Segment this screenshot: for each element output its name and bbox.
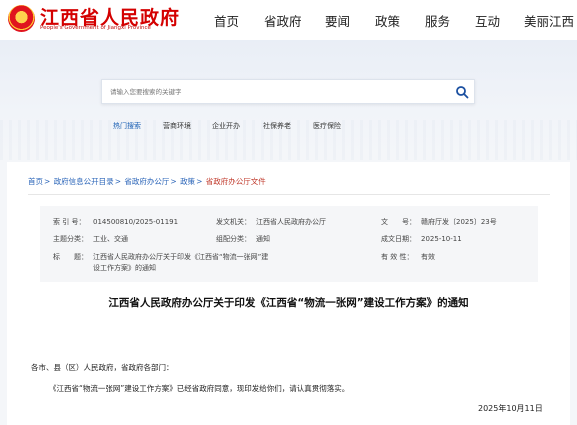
- meta-title-value-line1: 江西省人民政府办公厅关于印发《江西省“物流一张网”建: [93, 253, 269, 261]
- search-box: [101, 79, 475, 104]
- meta-docno-value: 赣府厅发〔2025〕23号: [421, 218, 497, 226]
- meta-valid-value: 有效: [421, 253, 435, 261]
- meta-title-value-line2: 设工作方案》的通知: [93, 264, 156, 272]
- meta-valid-label: 有 效 性：: [381, 253, 414, 261]
- meta-topic-label: 主题分类：: [53, 235, 88, 243]
- divider: [28, 194, 550, 195]
- meta-org-value: 江西省人民政府办公厅: [256, 218, 326, 226]
- hot-search-label: 热门搜索: [113, 122, 141, 130]
- top-header: 江西省人民政府 People's Government of Jiangxi P…: [0, 0, 577, 40]
- nav-item-home[interactable]: 首页: [214, 11, 239, 30]
- nav-item-policy[interactable]: 政策: [375, 11, 400, 30]
- document-title: 江西省人民政府办公厅关于印发《江西省“物流一张网”建设工作方案》的通知: [108, 297, 469, 309]
- site-subtitle: People's Government of Jiangxi Province: [40, 25, 151, 31]
- breadcrumb-policy[interactable]: 政策: [180, 177, 195, 186]
- breadcrumb-info-directory[interactable]: 政府信息公开目录: [54, 177, 114, 186]
- hot-tag-pension[interactable]: 社保养老: [263, 121, 291, 131]
- breadcrumb: 首页> 政府信息公开目录> 省政府办公厅> 政策> 省政府办公厅文件: [28, 177, 266, 186]
- meta-date-value: 2025-10-11: [421, 235, 462, 243]
- search-icon[interactable]: [454, 84, 470, 100]
- meta-topic-value: 工业、交通: [93, 235, 128, 243]
- document-salutation: 各市、县（区）人民政府，省政府各部门：: [31, 363, 174, 372]
- hot-tag-business-environment[interactable]: 营商环境: [163, 121, 191, 131]
- hot-tag-company-setup[interactable]: 企业开办: [212, 121, 240, 131]
- nav-item-news[interactable]: 要闻: [325, 11, 350, 30]
- hot-tag-medical-insurance[interactable]: 医疗保险: [313, 121, 341, 131]
- nav-item-government[interactable]: 省政府: [264, 11, 302, 30]
- meta-type-label: 组配分类：: [216, 235, 251, 243]
- meta-title-label: 标 题：: [53, 253, 88, 261]
- breadcrumb-home[interactable]: 首页: [28, 177, 43, 186]
- search-input[interactable]: [110, 84, 440, 100]
- document-date: 2025年10月11日: [478, 404, 543, 413]
- breadcrumb-current[interactable]: 省政府办公厅文件: [206, 177, 266, 186]
- national-emblem-icon[interactable]: [8, 5, 35, 32]
- meta-index-value: 014500810/2025-01191: [93, 218, 179, 226]
- meta-org-label: 发文机关：: [216, 218, 251, 226]
- nav-item-beautiful-jiangxi[interactable]: 美丽江西: [524, 11, 574, 30]
- document-body-paragraph: 《江西省“物流一张网”建设工作方案》已经省政府同意，现印发给你们，请认真贯彻落实…: [49, 384, 350, 393]
- meta-index-label: 索 引 号：: [53, 218, 86, 226]
- nav-item-interaction[interactable]: 互动: [475, 11, 500, 30]
- meta-docno-label: 文 号：: [381, 218, 416, 226]
- breadcrumb-general-office[interactable]: 省政府办公厅: [124, 177, 169, 186]
- meta-type-value: 通知: [256, 235, 270, 243]
- meta-date-label: 成文日期：: [381, 235, 416, 243]
- nav-item-service[interactable]: 服务: [425, 11, 450, 30]
